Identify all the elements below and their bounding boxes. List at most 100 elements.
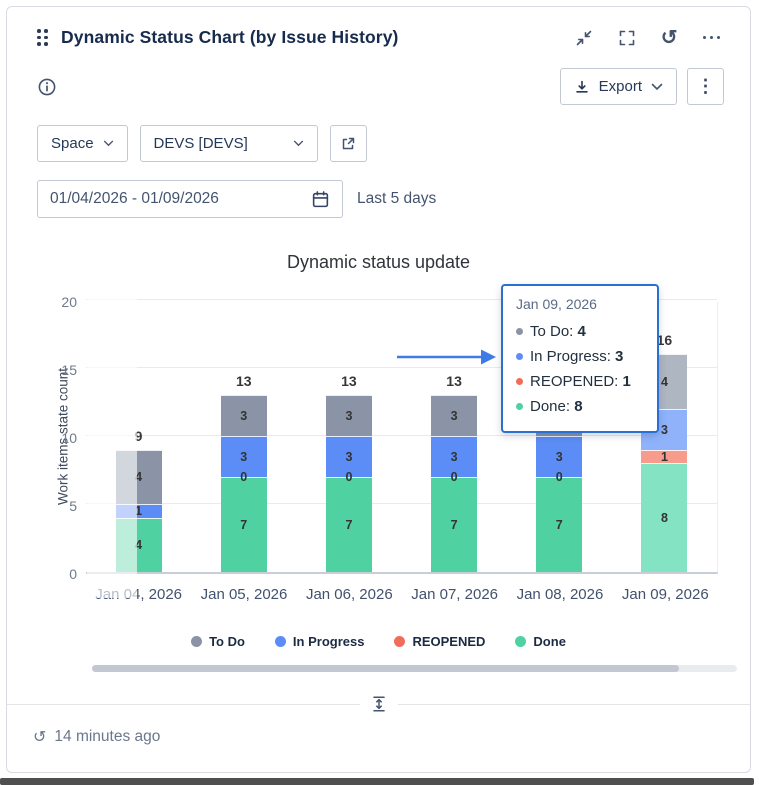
legend-label: In Progress: [293, 634, 365, 649]
chart-tooltip: Jan 09, 2026 To Do: 4In Progress: 3REOPE…: [501, 284, 659, 433]
bar-segment-to-do[interactable]: 3: [326, 395, 372, 436]
y-tick-label: 5: [35, 497, 77, 515]
tooltip-row-text: In Progress: 3: [530, 348, 623, 365]
segment-value-label: 3: [451, 450, 458, 464]
bar-segment-done[interactable]: 7: [536, 477, 582, 572]
export-button-label: Export: [599, 78, 642, 95]
x-axis-label: Jan 07, 2026: [402, 586, 507, 603]
segment-value-label: 0: [431, 468, 477, 486]
space-dropdown[interactable]: Space: [37, 125, 128, 162]
tooltip-rows: To Do: 4 In Progress: 3 REOPENED: 1 Done: 8: [516, 319, 644, 419]
fullscreen-icon[interactable]: [618, 29, 636, 47]
legend-item[interactable]: In Progress: [275, 634, 365, 649]
info-icon[interactable]: [37, 77, 57, 97]
segment-value-label: 4: [135, 470, 142, 484]
chart-title: Dynamic status update: [7, 252, 750, 273]
bar-segment-done[interactable]: 4: [116, 518, 162, 572]
last-updated-text: 14 minutes ago: [54, 728, 160, 746]
segment-value-label: 3: [240, 450, 247, 464]
tooltip-row-text: To Do: 4: [530, 323, 586, 340]
segment-value-label: 0: [326, 468, 372, 486]
tooltip-dot-icon: [516, 328, 523, 335]
open-external-button[interactable]: [330, 125, 367, 162]
y-tick-label: 15: [35, 361, 77, 379]
date-range-input[interactable]: 01/04/2026 - 01/09/2026: [37, 180, 343, 218]
bar-stack: 703313: [326, 395, 372, 572]
x-axis-label: Jan 04, 2026: [86, 586, 191, 603]
collapse-icon[interactable]: [575, 29, 593, 47]
period-label: Last 5 days: [357, 190, 436, 208]
bottom-scrollbar[interactable]: [0, 778, 754, 785]
y-tick-label: 20: [35, 293, 77, 311]
bar-stack: 4149: [116, 450, 162, 572]
tooltip-row: Done: 8: [516, 394, 644, 419]
legend-dot-icon: [515, 636, 526, 647]
chart-container: Dynamic status update Work items state c…: [7, 250, 750, 622]
vertical-resize-icon[interactable]: [360, 694, 398, 714]
segment-value-label: 3: [556, 450, 563, 464]
refresh-icon[interactable]: ↺: [661, 29, 678, 47]
tooltip-row-text: Done: 8: [530, 398, 583, 415]
tooltip-row: In Progress: 3: [516, 344, 644, 369]
x-axis-label: Jan 06, 2026: [297, 586, 402, 603]
dashboard-gadget: Dynamic Status Chart (by Issue History) …: [6, 6, 751, 773]
bar-segment-reopened[interactable]: 1: [641, 450, 687, 464]
project-select[interactable]: DEVS [DEVS]: [140, 125, 318, 162]
gadget-title: Dynamic Status Chart (by Issue History): [61, 27, 575, 48]
drag-handle-icon[interactable]: [37, 29, 48, 46]
external-link-icon: [340, 136, 356, 152]
gadget-header-actions: ↺: [575, 29, 720, 47]
legend-dot-icon: [394, 636, 405, 647]
segment-value-label: 3: [661, 423, 668, 437]
legend-label: REOPENED: [412, 634, 485, 649]
bar-segment-done[interactable]: 7: [431, 477, 477, 572]
segment-value-label: 4: [135, 538, 142, 552]
horizontal-scrollbar[interactable]: [92, 665, 737, 672]
resize-divider[interactable]: [7, 704, 750, 705]
tooltip-row-text: REOPENED: 1: [530, 373, 631, 390]
tooltip-row: To Do: 4: [516, 319, 644, 344]
bar-segment-done[interactable]: 8: [641, 463, 687, 572]
bar-segment-done[interactable]: 7: [221, 477, 267, 572]
legend-item[interactable]: REOPENED: [394, 634, 485, 649]
export-button[interactable]: Export: [560, 68, 677, 105]
bar-segment-to-do[interactable]: 3: [221, 395, 267, 436]
bar-segment-done[interactable]: 7: [326, 477, 372, 572]
bar-column[interactable]: 703313: [296, 302, 401, 572]
date-filter-row: 01/04/2026 - 01/09/2026 Last 5 days: [7, 162, 750, 218]
more-menu-button[interactable]: ⋮: [687, 68, 724, 105]
segment-value-label: 8: [661, 511, 668, 525]
legend-item[interactable]: Done: [515, 634, 566, 649]
x-axis-label: Jan 08, 2026: [507, 586, 612, 603]
y-tick-label: 0: [35, 565, 77, 583]
legend-item[interactable]: To Do: [191, 634, 245, 649]
segment-value-label: 7: [345, 518, 352, 532]
chart-legend: To Do In Progress REOPENED Done: [7, 634, 750, 649]
legend-dot-icon: [191, 636, 202, 647]
bar-segment-in-progress[interactable]: 1: [116, 504, 162, 518]
project-select-value: DEVS [DEVS]: [154, 135, 248, 152]
chevron-down-icon: [103, 140, 114, 147]
bar-segment-to-do[interactable]: 3: [431, 395, 477, 436]
bar-segment-to-do[interactable]: 4: [116, 450, 162, 504]
bar-column[interactable]: 703313: [402, 302, 507, 572]
segment-value-label: 0: [221, 468, 267, 486]
scrollbar-thumb[interactable]: [92, 665, 679, 672]
x-axis-label: Jan 05, 2026: [191, 586, 296, 603]
segment-value-label: 7: [556, 518, 563, 532]
gadget-toolbar: Export ⋮: [7, 48, 750, 105]
tooltip-dot-icon: [516, 403, 523, 410]
bar-column[interactable]: 4149: [86, 302, 191, 572]
segment-value-label: 1: [661, 450, 668, 464]
tooltip-dot-icon: [516, 378, 523, 385]
y-tick-label: 10: [35, 429, 77, 447]
calendar-icon[interactable]: [311, 190, 330, 209]
bar-column[interactable]: 703313: [191, 302, 296, 572]
segment-value-label: 3: [240, 409, 247, 423]
gadget-header: Dynamic Status Chart (by Issue History) …: [7, 7, 750, 48]
segment-value-label: 7: [240, 518, 247, 532]
segment-value-label: 7: [451, 518, 458, 532]
more-options-icon[interactable]: [703, 29, 721, 47]
bar-total-label: 13: [341, 373, 357, 389]
refresh-small-icon[interactable]: ↺: [33, 727, 46, 747]
